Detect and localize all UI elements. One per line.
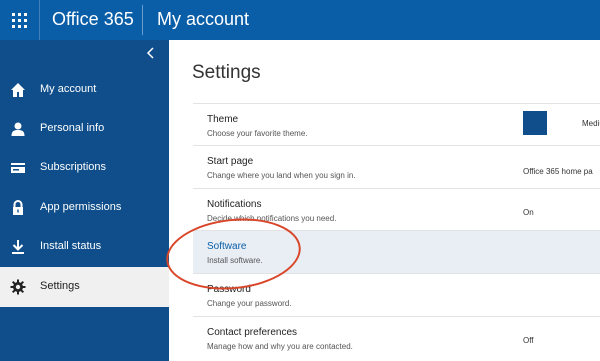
row-value: Medium D	[582, 119, 600, 128]
app-launcher-button[interactable]	[0, 0, 40, 40]
collapse-sidebar-button[interactable]	[146, 46, 156, 62]
row-value: On	[523, 208, 534, 217]
sidebar-item-subscriptions[interactable]: Subscriptions	[0, 148, 169, 188]
row-name: Software	[207, 241, 247, 252]
row-name: Contact preferences	[207, 327, 298, 338]
chevron-left-icon	[146, 47, 154, 59]
row-description: Decide which notifications you need.	[207, 214, 337, 223]
row-name: Notifications	[207, 199, 262, 210]
sidebar: My account Personal info Subscriptions A…	[0, 40, 169, 361]
home-icon	[11, 83, 25, 97]
download-icon	[12, 240, 24, 254]
settings-row-contact-preferences[interactable]: Contact preferences Manage how and why y…	[193, 316, 600, 361]
sidebar-item-label: My account	[40, 83, 97, 95]
row-name: Start page	[207, 156, 254, 167]
settings-row-password[interactable]: Password Change your password.	[193, 273, 600, 316]
row-name: Password	[207, 284, 251, 295]
topbar-divider	[142, 5, 143, 35]
person-icon	[11, 122, 25, 136]
brand-link[interactable]: Office 365	[52, 9, 134, 30]
sidebar-item-label: Install status	[40, 240, 102, 252]
settings-row-notifications[interactable]: Notifications Decide which notifications…	[193, 188, 600, 230]
gear-icon	[10, 279, 26, 295]
waffle-icon	[12, 13, 27, 28]
app-title: My account	[157, 9, 250, 29]
row-name: Theme	[207, 114, 239, 125]
row-description: Manage how and why you are contacted.	[207, 342, 353, 351]
row-description: Change your password.	[207, 299, 292, 308]
page-title: Settings	[192, 62, 261, 83]
card-icon	[11, 163, 25, 173]
settings-row-software[interactable]: Software Install software.	[193, 230, 600, 273]
sidebar-item-label: Subscriptions	[40, 161, 107, 173]
sidebar-item-settings[interactable]: Settings	[0, 267, 169, 307]
sidebar-item-label: Personal info	[40, 122, 105, 134]
row-description: Change where you land when you sign in.	[207, 171, 356, 180]
lock-icon	[13, 200, 23, 215]
sidebar-item-app-permissions[interactable]: App permissions	[0, 188, 169, 228]
row-value: Off	[523, 336, 534, 345]
sidebar-item-personal-info[interactable]: Personal info	[0, 109, 169, 149]
theme-swatch	[523, 111, 547, 135]
row-description: Choose your favorite theme.	[207, 129, 308, 138]
sidebar-item-label: Settings	[40, 280, 80, 292]
sidebar-item-install-status[interactable]: Install status	[0, 227, 169, 267]
sidebar-item-label: App permissions	[40, 201, 122, 213]
sidebar-item-my-account[interactable]: My account	[0, 70, 169, 110]
row-description: Install software.	[207, 256, 263, 265]
settings-row-theme[interactable]: Theme Choose your favorite theme. Medium…	[193, 103, 600, 145]
row-value: Office 365 home pa	[523, 167, 593, 176]
settings-row-start-page[interactable]: Start page Change where you land when yo…	[193, 145, 600, 188]
settings-panel: Settings Theme Choose your favorite them…	[169, 40, 600, 361]
top-bar: Office 365 My account	[0, 0, 600, 40]
